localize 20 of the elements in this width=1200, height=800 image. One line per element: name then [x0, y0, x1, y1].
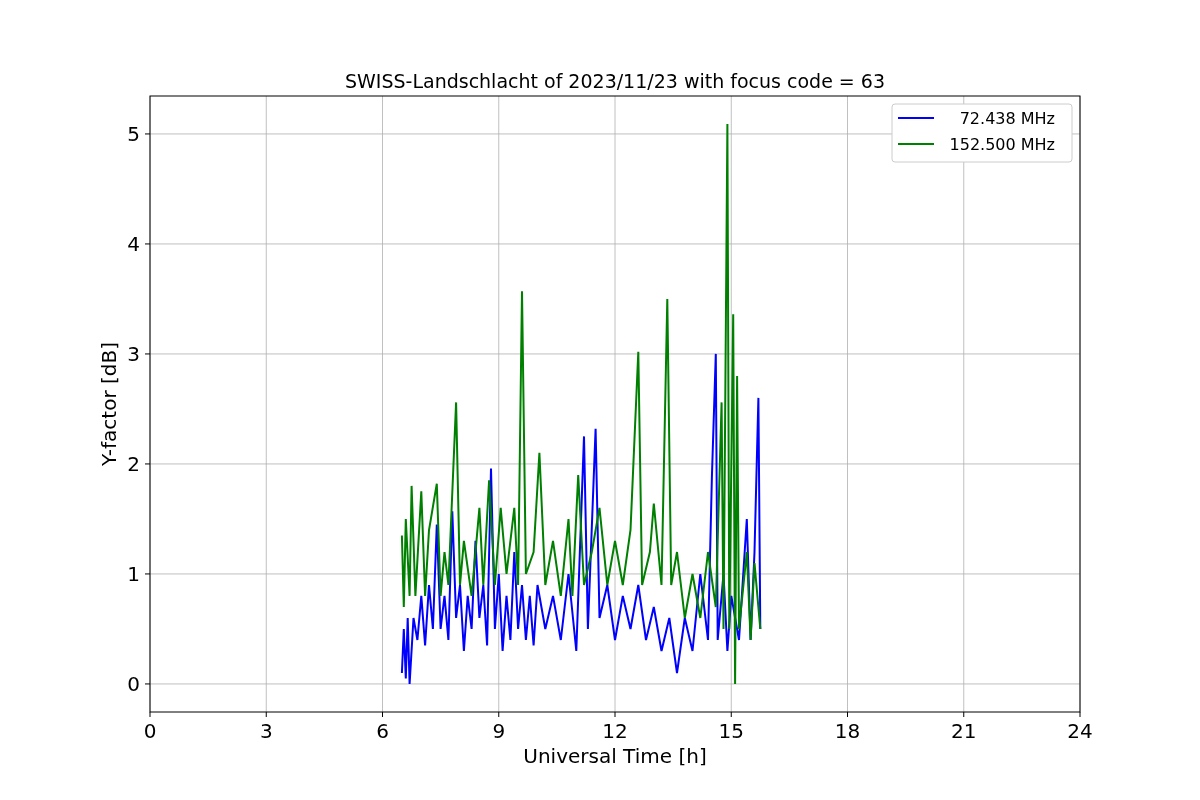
x-tick-label: 6: [376, 719, 389, 743]
y-tick-label: 3: [127, 341, 140, 366]
legend-label: 72.438 MHz: [959, 109, 1055, 128]
x-tick-label: 18: [834, 719, 861, 743]
y-tick-label: 5: [127, 121, 140, 146]
x-tick-label: 9: [492, 719, 506, 743]
chart-title: SWISS-Landschlacht of 2023/11/23 with focus code = 63: [345, 70, 885, 92]
y-tick-label: 1: [127, 561, 140, 586]
y-axis-label: Y-factor [dB]: [97, 342, 121, 466]
legend-label: 152.500 MHz: [949, 135, 1055, 154]
y-tick-label: 0: [127, 671, 140, 696]
x-tick-label: 24: [1067, 719, 1093, 743]
x-tick-label: 12: [602, 719, 628, 743]
x-tick-label: 21: [951, 719, 977, 743]
x-tick-label: 0: [143, 719, 157, 743]
y-tick-label: 4: [127, 231, 140, 256]
x-axis-label: Universal Time [h]: [523, 744, 707, 768]
x-tick-label: 3: [259, 719, 273, 743]
x-tick-label: 15: [718, 719, 744, 743]
y-tick-label: 2: [127, 451, 140, 476]
